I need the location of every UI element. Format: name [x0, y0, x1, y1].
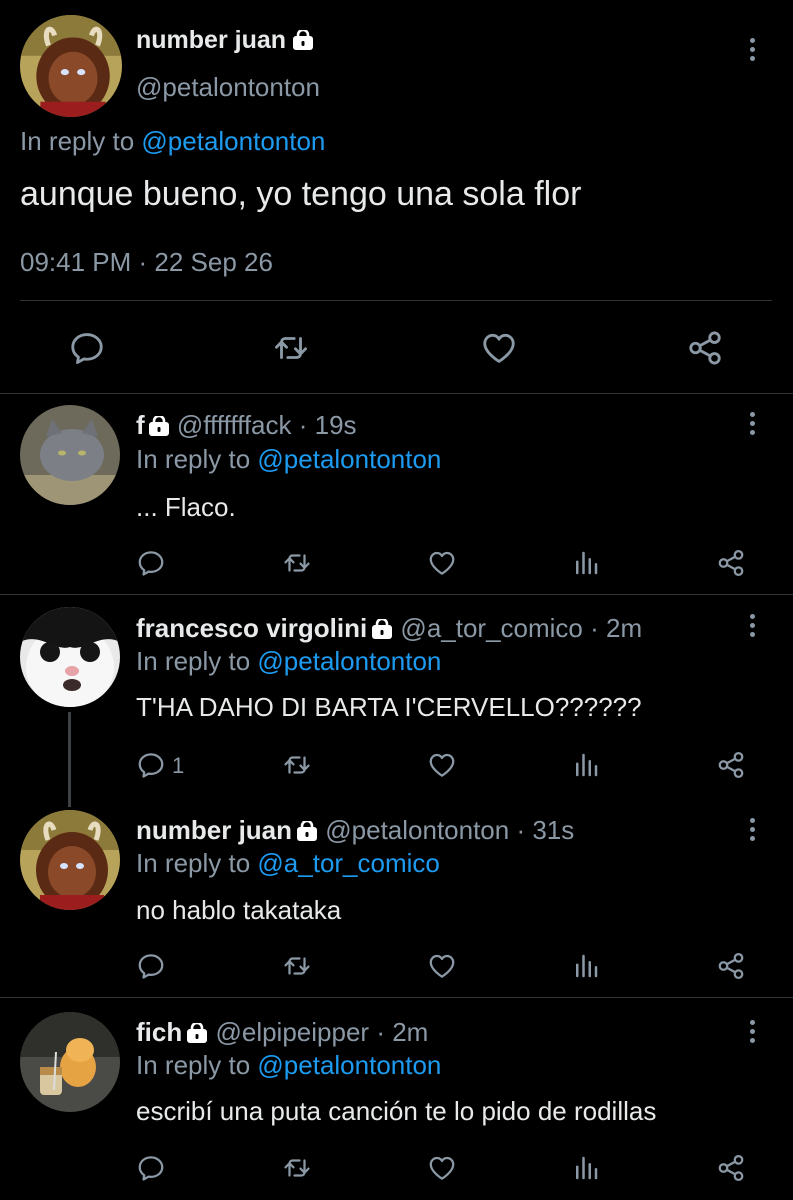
- lock-icon: [148, 416, 170, 436]
- timestamp: 09:41 PM · 22 Sep 26: [20, 247, 273, 277]
- time-ago: · 2m: [590, 613, 643, 643]
- reply-icon[interactable]: [68, 329, 106, 367]
- display-name[interactable]: number juan: [136, 815, 292, 845]
- retweet-icon[interactable]: [272, 329, 310, 367]
- lock-icon: [186, 1023, 208, 1043]
- like-icon[interactable]: [427, 951, 457, 981]
- time-ago: · 2m: [376, 1017, 429, 1047]
- handle[interactable]: @a_tor_comico: [400, 613, 582, 643]
- more-options-icon[interactable]: [742, 818, 762, 845]
- display-name[interactable]: fich: [136, 1017, 182, 1047]
- reply-to-link[interactable]: @petalontonton: [257, 444, 441, 474]
- display-name[interactable]: number juan: [136, 26, 286, 54]
- retweet-icon[interactable]: [282, 1153, 312, 1183]
- reply-count: 1: [172, 753, 185, 778]
- reply-icon[interactable]: [136, 750, 166, 780]
- divider: [0, 393, 793, 394]
- tweet-text: ... Flaco.: [136, 492, 236, 522]
- avatar[interactable]: [20, 810, 120, 910]
- reply-prefix: In reply to: [136, 848, 251, 878]
- views-icon[interactable]: [571, 1153, 601, 1183]
- time-ago: · 31s: [516, 815, 575, 845]
- views-icon[interactable]: [571, 750, 601, 780]
- share-icon[interactable]: [686, 329, 724, 367]
- retweet-icon[interactable]: [282, 548, 312, 578]
- reply-to-link[interactable]: @petalontonton: [141, 126, 325, 156]
- lock-icon: [292, 30, 314, 50]
- avatar[interactable]: [20, 1012, 120, 1112]
- share-icon[interactable]: [716, 951, 746, 981]
- more-options-icon[interactable]: [742, 1020, 762, 1047]
- tweet-text: T'HA DAHO DI BARTA I'CERVELLO??????: [136, 692, 642, 722]
- lock-icon: [296, 821, 318, 841]
- more-options-icon[interactable]: [742, 614, 762, 641]
- views-icon[interactable]: [571, 951, 601, 981]
- reply-to-link[interactable]: @a_tor_comico: [257, 848, 439, 878]
- share-icon[interactable]: [716, 1153, 746, 1183]
- like-icon[interactable]: [480, 329, 518, 367]
- like-icon[interactable]: [427, 750, 457, 780]
- views-icon[interactable]: [571, 548, 601, 578]
- reply-prefix: In reply to: [136, 444, 251, 474]
- more-options-icon[interactable]: [742, 38, 762, 65]
- reply-icon[interactable]: [136, 951, 166, 981]
- reply-prefix: In reply to: [20, 126, 135, 156]
- reply-icon[interactable]: [136, 1153, 166, 1183]
- thread-line: [68, 712, 71, 807]
- display-name[interactable]: francesco virgolini: [136, 613, 367, 643]
- like-icon[interactable]: [427, 1153, 457, 1183]
- retweet-icon[interactable]: [282, 750, 312, 780]
- retweet-icon[interactable]: [282, 951, 312, 981]
- share-icon[interactable]: [716, 750, 746, 780]
- share-icon[interactable]: [716, 548, 746, 578]
- avatar[interactable]: [20, 405, 120, 505]
- display-name[interactable]: f: [136, 410, 145, 440]
- avatar[interactable]: [20, 15, 122, 117]
- divider: [0, 594, 793, 595]
- reply-to-link[interactable]: @petalontonton: [257, 646, 441, 676]
- tweet-text: aunque bueno, yo tengo una sola flor: [20, 175, 582, 213]
- tweet-text: no hablo takataka: [136, 895, 342, 925]
- reply-to-link[interactable]: @petalontonton: [257, 1050, 441, 1080]
- lock-icon: [371, 619, 393, 639]
- divider: [20, 300, 772, 301]
- time-ago: · 19s: [298, 410, 357, 440]
- handle[interactable]: @fffffffack: [177, 410, 292, 440]
- more-options-icon[interactable]: [742, 412, 762, 439]
- divider: [0, 997, 793, 998]
- avatar[interactable]: [20, 607, 120, 707]
- like-icon[interactable]: [427, 548, 457, 578]
- reply-prefix: In reply to: [136, 1050, 251, 1080]
- tweet-text: escribí una puta canción te lo pido de r…: [136, 1096, 657, 1126]
- handle[interactable]: @petalontonton: [325, 815, 509, 845]
- reply-prefix: In reply to: [136, 646, 251, 676]
- handle[interactable]: @elpipeipper: [215, 1017, 369, 1047]
- handle[interactable]: @petalontonton: [136, 72, 320, 103]
- reply-icon[interactable]: [136, 548, 166, 578]
